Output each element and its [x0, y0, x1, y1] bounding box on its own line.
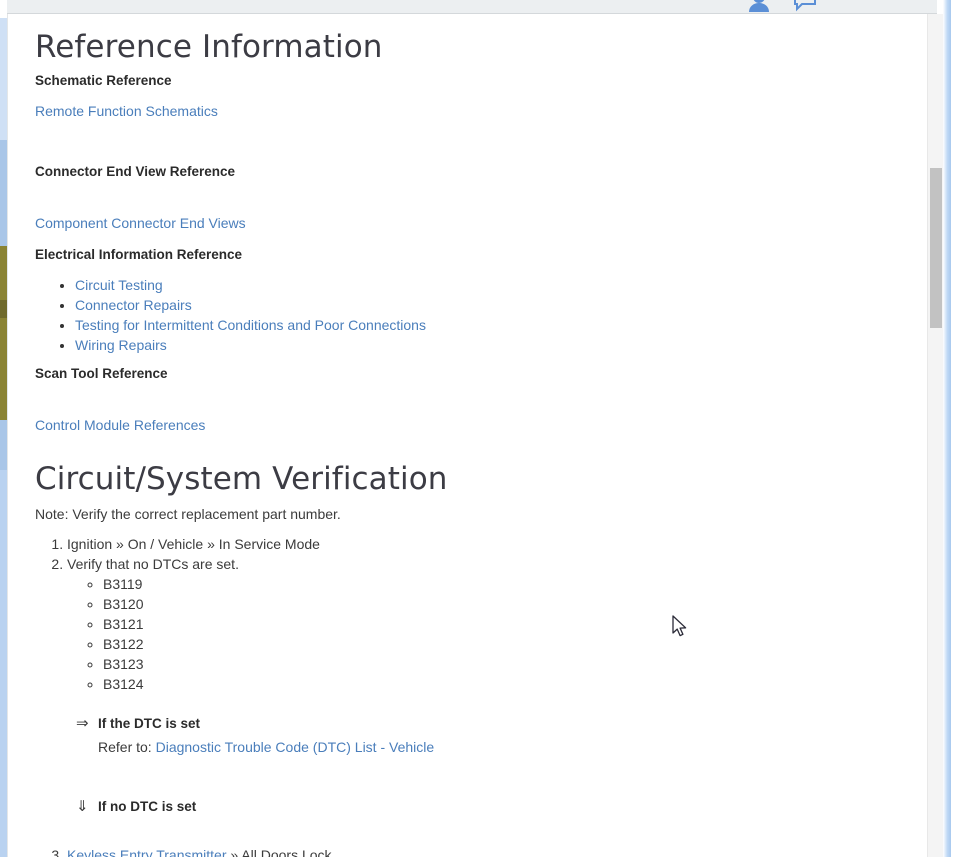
dtc-code: B3119	[103, 576, 142, 592]
dtc-code-list: B3119 B3120 B3121 B3122 B3123	[67, 574, 925, 694]
dtc-code: B3123	[103, 656, 143, 672]
application-window: Reference Information Schematic Referenc…	[0, 0, 957, 857]
step-2-text: Verify that no DTCs are set.	[67, 556, 239, 572]
list-item: B3123	[103, 654, 925, 674]
link-control-module-references[interactable]: Control Module References	[35, 417, 205, 433]
spacer	[35, 264, 925, 275]
list-item: B3120	[103, 594, 925, 614]
subheading-scan-tool-reference: Scan Tool Reference	[35, 365, 925, 383]
left-app-rail	[0, 0, 7, 857]
list-item: B3122	[103, 634, 925, 654]
link-circuit-testing[interactable]: Circuit Testing	[75, 277, 163, 293]
step-item-2: Verify that no DTCs are set. B3119 B3120…	[67, 554, 925, 845]
link-testing-intermittent-conditions[interactable]: Testing for Intermittent Conditions and …	[75, 317, 426, 333]
spacer	[35, 181, 925, 214]
refer-to-prefix: Refer to:	[98, 739, 152, 755]
verification-note: Note: Verify the correct replacement par…	[35, 504, 925, 524]
spacer	[35, 524, 925, 534]
spacer	[35, 121, 925, 163]
list-item: B3121	[103, 614, 925, 634]
branch-label-if-no-dtc-is-set: If no DTC is set	[98, 797, 196, 817]
step-3-trailing-text: » All Doors Lock	[227, 847, 332, 857]
double-right-arrow-icon: ⇒	[76, 714, 89, 734]
page-title-reference-information: Reference Information	[35, 14, 925, 66]
link-component-connector-end-views[interactable]: Component Connector End Views	[35, 215, 246, 231]
step-1-text: Ignition » On / Vehicle » In Service Mod…	[67, 536, 320, 552]
link-wiring-repairs[interactable]: Wiring Repairs	[75, 337, 167, 353]
document-viewport[interactable]: Reference Information Schematic Referenc…	[8, 14, 925, 857]
link-remote-function-schematics[interactable]: Remote Function Schematics	[35, 103, 218, 119]
comment-bubble-icon[interactable]	[793, 0, 817, 12]
spacer	[35, 435, 925, 446]
dtc-code: B3124	[103, 676, 143, 692]
spacer	[35, 90, 925, 102]
window-right-edge	[943, 0, 951, 857]
double-down-arrow-icon: ⇓	[76, 797, 89, 817]
verification-step-list: Ignition » On / Vehicle » In Service Mod…	[35, 534, 925, 857]
electrical-reference-link-list: Circuit Testing Connector Repairs Testin…	[35, 275, 925, 355]
document-content: Reference Information Schematic Referenc…	[8, 14, 925, 857]
branch-if-no-dtc-is-set: ⇓ If no DTC is set	[76, 797, 925, 817]
dtc-code: B3120	[103, 596, 143, 612]
list-item: B3124	[103, 674, 925, 694]
spacer	[35, 233, 925, 246]
vertical-scrollbar[interactable]	[927, 14, 943, 857]
dtc-code: B3122	[103, 636, 143, 652]
scrollbar-thumb[interactable]	[930, 168, 942, 328]
link-dtc-list-vehicle[interactable]: Diagnostic Trouble Code (DTC) List - Veh…	[156, 739, 435, 755]
subheading-connector-end-view-reference: Connector End View Reference	[35, 163, 925, 181]
page-title-circuit-system-verification: Circuit/System Verification	[35, 446, 925, 498]
refer-to-line: Refer to: Diagnostic Trouble Code (DTC) …	[98, 737, 925, 757]
list-item[interactable]: Wiring Repairs	[75, 335, 925, 355]
step-item-1: Ignition » On / Vehicle » In Service Mod…	[67, 534, 925, 554]
dtc-code: B3121	[103, 616, 143, 632]
subheading-schematic-reference: Schematic Reference	[35, 72, 925, 90]
window-outer-margin	[951, 0, 957, 857]
spacer	[67, 817, 925, 845]
link-connector-repairs[interactable]: Connector Repairs	[75, 297, 192, 313]
top-toolbar	[7, 0, 937, 14]
spacer	[35, 383, 925, 416]
step-item-3: Keyless Entry Transmitter » All Doors Lo…	[67, 845, 925, 857]
list-item[interactable]: Circuit Testing	[75, 275, 925, 295]
branch-if-dtc-is-set: ⇒ If the DTC is set	[76, 714, 925, 734]
spacer	[67, 757, 925, 797]
list-item[interactable]: Connector Repairs	[75, 295, 925, 315]
subheading-electrical-information-reference: Electrical Information Reference	[35, 246, 925, 264]
list-item: B3119	[103, 574, 925, 594]
link-keyless-entry-transmitter[interactable]: Keyless Entry Transmitter	[67, 847, 227, 857]
toolbar-icon-group	[747, 0, 817, 12]
spacer	[35, 355, 925, 365]
branch-label-if-dtc-is-set: If the DTC is set	[98, 714, 200, 734]
user-avatar-icon[interactable]	[747, 0, 771, 12]
list-item[interactable]: Testing for Intermittent Conditions and …	[75, 315, 925, 335]
spacer	[67, 694, 925, 714]
